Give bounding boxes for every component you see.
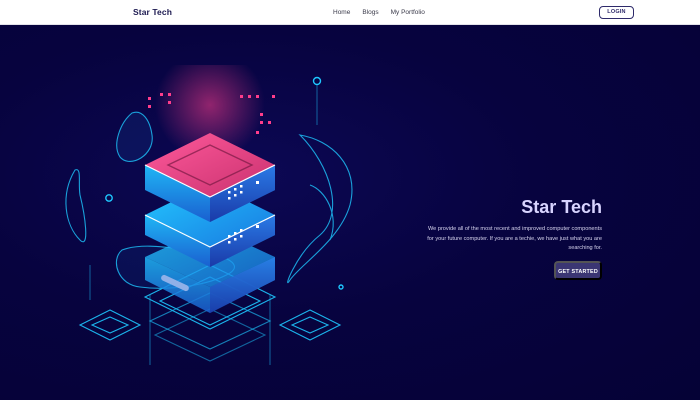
get-started-button[interactable]: GET STARTED (554, 261, 602, 280)
nav-link-my-portfolio[interactable]: My Portfolio (391, 9, 425, 16)
server-stack-illustration (65, 65, 353, 365)
nav-link-blogs[interactable]: Blogs (362, 9, 378, 16)
hero-section: Star Tech We provide all of the most rec… (0, 25, 700, 400)
nav-link-home[interactable]: Home (333, 9, 350, 16)
nav-links: Home Blogs My Portfolio (333, 9, 437, 16)
hero-description: We provide all of the most recent and im… (427, 226, 602, 251)
hero-title: Star Tech (521, 197, 602, 217)
login-button[interactable]: LOGIN (599, 6, 634, 19)
brand-logo[interactable]: Star Tech (133, 7, 172, 17)
navbar: Star Tech Home Blogs My Portfolio LOGIN (0, 0, 700, 25)
